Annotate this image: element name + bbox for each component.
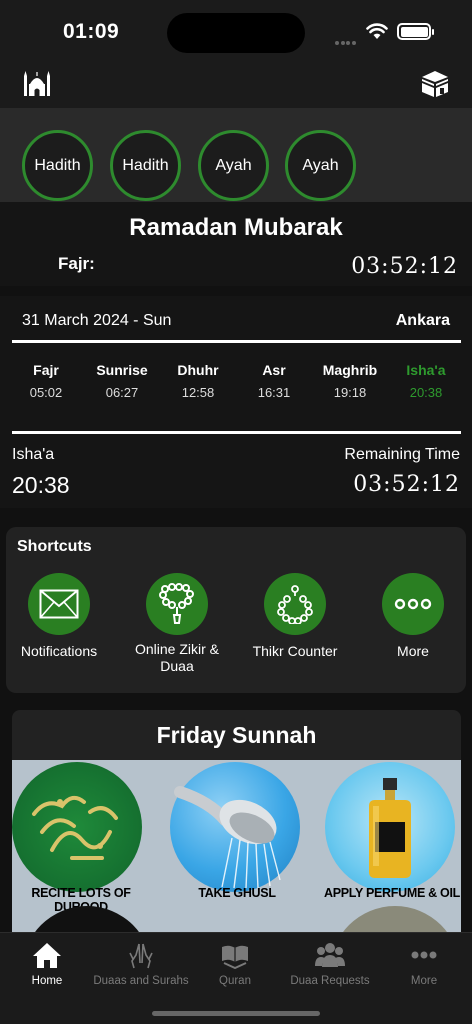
prayer-time: 12:58: [181, 385, 215, 400]
prayer-time: 06:27: [105, 385, 139, 400]
prayer-time: 20:38: [409, 385, 443, 400]
tab-label: Quran: [219, 975, 251, 987]
current-prayer-time: 20:38: [12, 472, 70, 498]
date-label: 31 March 2024 - Sun: [22, 312, 172, 329]
prayer-time: 16:31: [257, 385, 291, 400]
greeting-title: Ramadan Mubarak: [129, 214, 343, 241]
remaining-time-label: Remaining Time: [344, 446, 460, 463]
tab-duaas-and-surahs[interactable]: Duaas and Surahs: [91, 941, 191, 987]
prayer-name: Dhuhr: [177, 362, 219, 378]
prayer-name: Asr: [262, 362, 286, 378]
tasbih-icon: [264, 573, 326, 635]
calligraphy-image: [12, 762, 142, 892]
chip-ayah[interactable]: Ayah: [285, 130, 356, 201]
friday-sunnah-card[interactable]: Friday Sunnah RECITE LOTS OF DUROOD TAKE…: [12, 710, 461, 934]
prayer-name: Fajr: [33, 362, 59, 378]
perfume-image: [325, 762, 455, 892]
prayer-name: Maghrib: [322, 362, 378, 378]
sunnah-caption: TAKE GHUSL: [198, 886, 276, 900]
tab-duaa-requests[interactable]: Duaa Requests: [280, 941, 380, 987]
divider: [12, 340, 461, 343]
shortcut-thikr-counter[interactable]: Thikr Counter: [240, 573, 350, 660]
wifi-icon: [366, 23, 388, 39]
shortcut-label: Online Zikir & Duaa: [134, 641, 220, 674]
tab-label: Duaa Requests: [290, 975, 370, 987]
prayer-time-maghrib: Maghrib 19:18: [312, 362, 388, 400]
chip-hadith[interactable]: Hadith: [22, 130, 93, 201]
prayer-beads-icon: [146, 573, 208, 635]
prayer-time-ishaa: Isha'a 20:38: [388, 362, 464, 400]
prayer-time-asr: Asr 16:31: [236, 362, 312, 400]
cellular-signal-icon: [335, 32, 357, 50]
shortcut-notifications[interactable]: Notifications: [4, 573, 114, 660]
tab-label: Duaas and Surahs: [93, 975, 189, 987]
envelope-icon: [28, 573, 90, 635]
more-icon: [411, 951, 437, 959]
sunnah-caption: APPLY PERFUME & OIL: [324, 886, 460, 900]
greeting-panel: Ramadan Mubarak Fajr: 03:52:12: [0, 202, 472, 286]
shortcut-label: More: [397, 643, 429, 659]
city-label[interactable]: Ankara: [396, 312, 450, 330]
praying-hands-icon: [129, 943, 153, 969]
shortcut-label: Thikr Counter: [252, 643, 338, 659]
shortcuts-title: Shortcuts: [17, 538, 92, 555]
battery-icon: [397, 23, 434, 40]
prayer-time: 05:02: [29, 385, 63, 400]
shortcut-online-zikir[interactable]: Online Zikir & Duaa: [122, 573, 232, 675]
top-nav: [0, 60, 472, 108]
prayer-time: 19:18: [333, 385, 367, 400]
status-time: 01:09: [63, 20, 120, 43]
prayer-time-sunrise: Sunrise 06:27: [84, 362, 160, 400]
tab-quran[interactable]: Quran: [185, 941, 285, 987]
friday-sunnah-title: Friday Sunnah: [156, 722, 317, 748]
tab-label: More: [410, 975, 438, 987]
friday-sunnah-image: RECITE LOTS OF DUROOD TAKE GHUSL APPLY P…: [12, 760, 461, 934]
status-bar: 01:09: [0, 0, 472, 60]
stories-bar: Hadith Hadith Ayah Ayah: [0, 108, 472, 202]
shower-image: [170, 762, 300, 892]
home-icon: [33, 943, 61, 968]
kaaba-icon[interactable]: [420, 68, 450, 98]
prayer-times-row: Fajr 05:02 Sunrise 06:27 Dhuhr 12:58 Asr…: [0, 362, 472, 402]
tab-more[interactable]: More: [374, 941, 472, 987]
home-indicator: [152, 1011, 320, 1016]
chip-hadith[interactable]: Hadith: [110, 130, 181, 201]
sunnah-card-ghusl: TAKE GHUSL: [162, 760, 312, 934]
shortcut-label: Notifications: [20, 643, 98, 659]
current-prayer-name: Isha'a: [12, 446, 55, 463]
prayer-name: Isha'a: [406, 362, 446, 378]
dynamic-island: [167, 13, 305, 53]
quran-icon: [222, 945, 248, 969]
prayer-time-dhuhr: Dhuhr 12:58: [160, 362, 236, 400]
shortcuts-card: Shortcuts Notifications Online Zikir & D…: [6, 527, 466, 693]
tab-home[interactable]: Home: [0, 941, 97, 987]
prayer-times-panel: 31 March 2024 - Sun Ankara Fajr 05:02 Su…: [0, 296, 472, 508]
prayer-name: Sunrise: [96, 362, 148, 378]
next-prayer-label: Fajr:: [58, 254, 95, 273]
chip-ayah[interactable]: Ayah: [198, 130, 269, 201]
group-icon: [315, 943, 345, 967]
divider: [12, 431, 461, 434]
shortcut-more[interactable]: More: [358, 573, 468, 660]
tab-label: Home: [31, 975, 63, 987]
prayer-time-fajr: Fajr 05:02: [8, 362, 84, 400]
more-dots-icon: [382, 573, 444, 635]
countdown-timer: 03:52:12: [351, 254, 458, 279]
mosque-icon[interactable]: [22, 68, 52, 98]
remaining-time-value: 03:52:12: [353, 472, 460, 497]
